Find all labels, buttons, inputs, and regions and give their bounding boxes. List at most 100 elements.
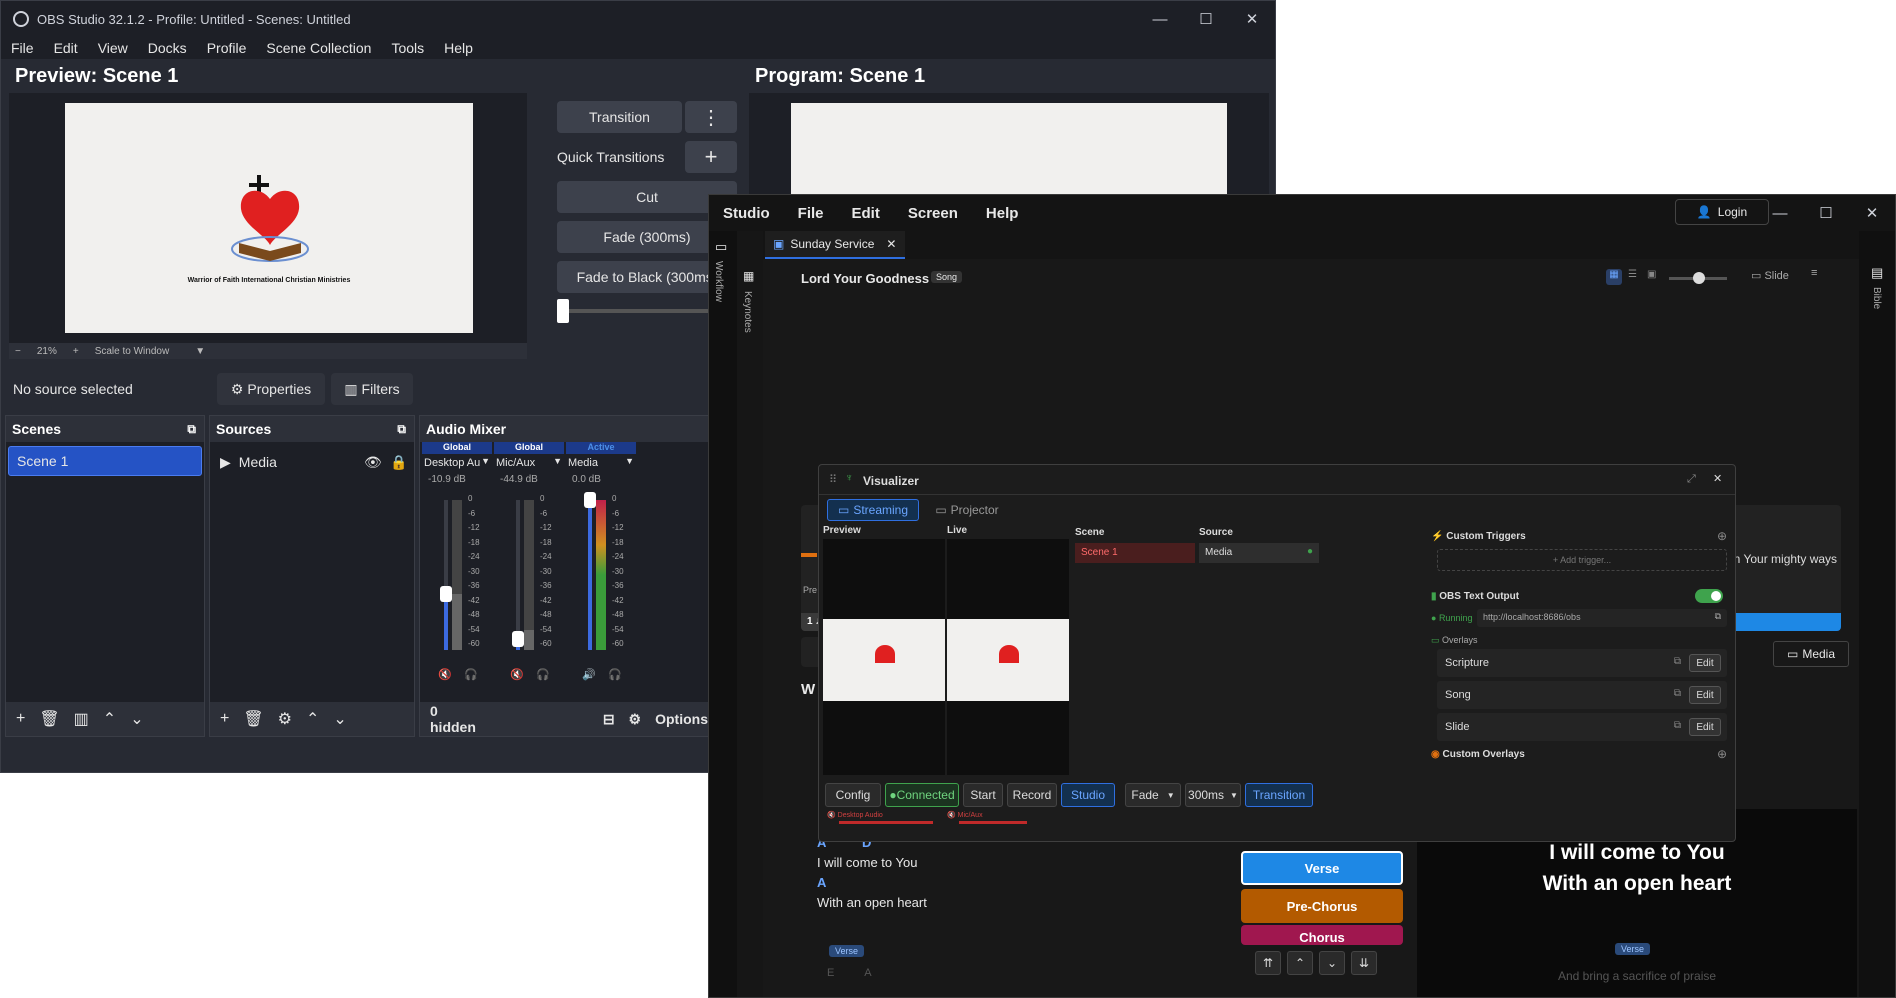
bible-tab[interactable]: Bible: [1871, 287, 1882, 309]
lock-icon[interactable]: 🔒: [390, 454, 407, 471]
menu-help[interactable]: Help: [972, 205, 1033, 222]
next-slide-icon[interactable]: ⌄: [1319, 951, 1345, 975]
add-trigger-button[interactable]: + Add trigger...: [1437, 549, 1727, 571]
menu-screen[interactable]: Screen: [894, 205, 972, 222]
move-up-icon[interactable]: ⌃: [306, 709, 319, 729]
expand-icon[interactable]: ⤢: [1687, 473, 1696, 486]
source-item[interactable]: ▶ Media 👁 🔒: [214, 450, 410, 474]
fader-knob[interactable]: [512, 631, 524, 647]
options-button[interactable]: Options: [655, 711, 708, 727]
record-button[interactable]: Record: [1007, 783, 1057, 807]
menu-profile[interactable]: Profile: [197, 37, 257, 59]
workflow-tab[interactable]: Workflow: [713, 261, 724, 302]
add-scene-icon[interactable]: +: [16, 710, 25, 728]
maximize-icon[interactable]: ☐: [1803, 195, 1849, 231]
grid-view-icon[interactable]: ▦: [1606, 269, 1622, 285]
menu-view[interactable]: View: [88, 37, 138, 59]
close-tab-icon[interactable]: ✕: [886, 237, 896, 251]
transition-more-icon[interactable]: ⋮: [685, 101, 737, 133]
menu-edit[interactable]: Edit: [44, 37, 88, 59]
viz-source-item[interactable]: Media ●: [1199, 543, 1319, 563]
first-slide-icon[interactable]: ⇈: [1255, 951, 1281, 975]
menu-docks[interactable]: Docks: [138, 37, 197, 59]
tab-streaming[interactable]: ▭ Streaming: [827, 499, 919, 521]
edit-button[interactable]: Edit: [1689, 654, 1721, 672]
section-chorus-button[interactable]: Chorus: [1241, 925, 1403, 945]
scale-dropdown-icon[interactable]: ▼: [195, 346, 205, 357]
menu-tools[interactable]: Tools: [381, 37, 434, 59]
channel-name[interactable]: Mic/Aux: [494, 454, 552, 472]
visibility-icon[interactable]: ●: [1307, 546, 1313, 557]
menu-studio[interactable]: Studio: [709, 205, 784, 222]
channel-name[interactable]: Media: [566, 454, 624, 472]
lyric-line[interactable]: I will come to You: [817, 855, 917, 870]
grid-icon[interactable]: ▦: [743, 269, 754, 283]
channel-name[interactable]: Desktop Audio: [422, 454, 480, 472]
menu-scene-collection[interactable]: Scene Collection: [256, 37, 381, 59]
visibility-icon[interactable]: 👁: [364, 454, 382, 471]
lyric-line[interactable]: With an open heart: [817, 895, 927, 910]
media-button[interactable]: ▭ Media: [1773, 641, 1849, 667]
source-settings-icon[interactable]: ⚙: [278, 709, 292, 729]
volume-fader[interactable]: [440, 500, 452, 650]
copy-icon[interactable]: ⧉: [1674, 656, 1681, 667]
scale-mode[interactable]: Scale to Window: [95, 346, 169, 357]
size-slider-thumb[interactable]: [1693, 272, 1705, 284]
volume-fader[interactable]: [512, 500, 524, 650]
move-up-icon[interactable]: ⌃: [103, 709, 116, 729]
chevron-down-icon[interactable]: ▼: [625, 456, 634, 466]
keynotes-tab[interactable]: Keynotes: [742, 291, 753, 333]
monitor-icon[interactable]: 🎧: [536, 668, 550, 681]
preview-canvas[interactable]: Warrior of Faith International Christian…: [9, 93, 527, 343]
volume-icon[interactable]: 🔊: [582, 668, 596, 681]
folder-icon[interactable]: ▭: [715, 239, 727, 255]
maximize-icon[interactable]: ☐: [1183, 1, 1229, 37]
filter-icon[interactable]: ≡: [1811, 267, 1817, 279]
mute-icon[interactable]: 🔇: [438, 668, 452, 681]
duration-select[interactable]: 300ms ▼: [1185, 783, 1241, 807]
connected-button[interactable]: ● Connected: [885, 783, 959, 807]
section-verse-button[interactable]: Verse: [1241, 851, 1403, 885]
add-quick-transition-icon[interactable]: +: [685, 141, 737, 173]
monitor-icon[interactable]: 🎧: [608, 668, 622, 681]
volume-fader[interactable]: [584, 492, 596, 650]
copy-icon[interactable]: ⧉: [1674, 688, 1681, 699]
mute-icon[interactable]: 🔇: [827, 812, 836, 819]
text-output-toggle[interactable]: [1695, 589, 1723, 603]
zoom-in-icon[interactable]: +: [73, 346, 79, 357]
zoom-out-icon[interactable]: −: [15, 346, 21, 357]
move-down-icon[interactable]: ⌄: [130, 709, 143, 729]
fader-knob[interactable]: [584, 492, 596, 508]
tbar-handle[interactable]: [557, 299, 569, 323]
studio-button[interactable]: Studio: [1061, 783, 1115, 807]
minimize-icon[interactable]: —: [1757, 195, 1803, 231]
scene-filter-icon[interactable]: ▥: [74, 709, 89, 729]
delete-source-icon[interactable]: 🗑: [243, 709, 263, 729]
chevron-down-icon[interactable]: ▼: [553, 456, 562, 466]
close-icon[interactable]: ✕: [1849, 195, 1895, 231]
undock-icon[interactable]: ⧉: [397, 416, 406, 442]
close-icon[interactable]: ✕: [1713, 472, 1722, 485]
config-button[interactable]: Config: [825, 783, 881, 807]
fader-knob[interactable]: [440, 586, 452, 602]
edit-button[interactable]: Edit: [1689, 718, 1721, 736]
prev-slide-icon[interactable]: ⌃: [1287, 951, 1313, 975]
mixer-layout-icon[interactable]: ⊟: [603, 711, 615, 728]
fade-select[interactable]: Fade ▼: [1125, 783, 1181, 807]
list-view-icon[interactable]: ☰: [1628, 269, 1637, 280]
mute-icon[interactable]: 🔇: [510, 668, 524, 681]
section-prechorus-button[interactable]: Pre-Chorus: [1241, 889, 1403, 923]
tab-projector[interactable]: ▭ Projector: [923, 499, 1011, 521]
delete-scene-icon[interactable]: 🗑: [39, 709, 59, 729]
transition-button[interactable]: Transition: [557, 101, 682, 133]
viz-scene-item[interactable]: Scene 1: [1075, 543, 1195, 563]
url-field[interactable]: http://localhost:8686/obs ⧉: [1477, 609, 1727, 627]
tab-sunday-service[interactable]: ▣ Sunday Service ✕: [765, 231, 905, 259]
menu-file[interactable]: File: [1, 37, 44, 59]
add-overlay-icon[interactable]: ⊕: [1717, 747, 1727, 761]
menu-help[interactable]: Help: [434, 37, 483, 59]
add-source-icon[interactable]: +: [220, 710, 229, 728]
slide-toggle[interactable]: ▭ Slide: [1751, 269, 1789, 282]
edit-button[interactable]: Edit: [1689, 686, 1721, 704]
start-button[interactable]: Start: [963, 783, 1003, 807]
